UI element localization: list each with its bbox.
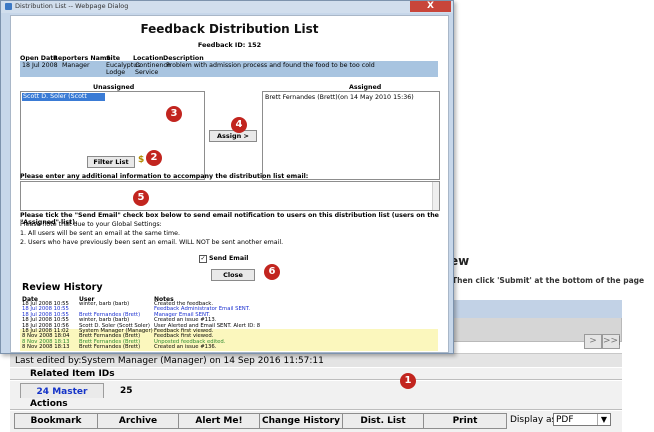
- actions-header: Actions: [10, 398, 622, 410]
- display-as-label: Display as:: [510, 415, 560, 425]
- related-items-header: Related Item IDs: [10, 368, 622, 380]
- dialog-titlebar: Distribution List -- Webpage Dialog X: [1, 1, 453, 13]
- browser-window-icon: [5, 3, 12, 10]
- dollar-icon[interactable]: $: [138, 155, 144, 165]
- marker-4: 4: [231, 117, 247, 133]
- description-value: Problem with admission process and found…: [166, 62, 375, 69]
- send-email-label: Send Email: [209, 255, 249, 262]
- note-item: 2. Users who have previously been sent a…: [20, 239, 284, 246]
- note-item: 1. All users will be sent an email at th…: [20, 230, 180, 237]
- marker-1: 1: [400, 373, 416, 389]
- open-date-value: 18 Jul 2008: [22, 62, 58, 69]
- pager-last-button[interactable]: >>|: [602, 334, 621, 349]
- email-info-prompt: Please enter any additional information …: [20, 173, 309, 180]
- reporter-value: Manager: [62, 62, 90, 69]
- dialog-heading: Feedback Distribution List: [140, 22, 319, 36]
- feedback-id: Feedback ID: 152: [197, 41, 262, 49]
- submit-instruction: Then click 'Submit' at the bottom of the…: [452, 276, 645, 285]
- location-value-line2: Service: [135, 69, 159, 76]
- display-as-select[interactable]: PDF ▼: [553, 413, 611, 426]
- distribution-list-dialog: Distribution List -- Webpage Dialog X Fe…: [0, 0, 454, 354]
- filter-list-button[interactable]: Filter List: [87, 156, 135, 168]
- assigned-listbox[interactable]: Brett Fernandes (Brett)(on 14 May 2010 1…: [262, 91, 440, 180]
- review-user: Brett Fernandes (Brett): [79, 344, 141, 351]
- display-as-value: PDF: [556, 415, 574, 425]
- close-icon[interactable]: X: [410, 1, 451, 12]
- send-email-checkbox[interactable]: ✓: [199, 255, 207, 263]
- assign-button[interactable]: Assign >: [209, 130, 257, 142]
- marker-2: 2: [146, 150, 162, 166]
- chevron-down-icon[interactable]: ▼: [597, 414, 610, 425]
- assigned-label: Assigned: [349, 84, 382, 91]
- unassigned-user-item[interactable]: Scott D. Soler (Scott Soler): [22, 93, 105, 108]
- assigned-user-item[interactable]: Brett Fernandes (Brett)(on 14 May 2010 1…: [265, 94, 414, 101]
- dialog-content: Feedback Distribution List Feedback ID: …: [10, 15, 449, 353]
- review-history-table: 18 Jul 2008 10:55 winter, barb (barb) Crea…: [20, 301, 438, 351]
- archive-button[interactable]: Archive: [97, 413, 179, 429]
- dist-list-button[interactable]: Dist. List: [342, 413, 424, 429]
- email-info-textarea[interactable]: [20, 181, 440, 211]
- textarea-scrollbar[interactable]: [432, 182, 439, 210]
- marker-5: 5: [133, 190, 149, 206]
- review-notes: Created an issue #136.: [154, 344, 217, 351]
- dialog-window-title: Distribution List -- Webpage Dialog: [15, 2, 129, 10]
- last-edited-bar: Last edited by:System Manager (Manager) …: [10, 353, 622, 367]
- feedback-info-row: 18 Jul 2008 Manager Eucalyptus Lodge Con…: [20, 61, 438, 77]
- background-panel-header: [446, 300, 622, 318]
- marker-3: 3: [166, 106, 182, 122]
- global-settings-note: Please note that due to your Global Sett…: [20, 221, 162, 228]
- unassigned-label: Unassigned: [93, 84, 135, 91]
- review-date: 8 Nov 2008 18:13: [22, 344, 70, 351]
- site-value-line2: Lodge: [106, 69, 126, 76]
- review-history-title: Review History: [22, 282, 103, 293]
- bookmark-button[interactable]: Bookmark: [14, 413, 98, 429]
- print-button[interactable]: Print: [423, 413, 507, 429]
- change-history-button[interactable]: Change History: [259, 413, 343, 429]
- close-button[interactable]: Close: [211, 269, 255, 281]
- review-history-row: 8 Nov 2008 18:13 Brett Fernandes (Brett) C…: [20, 344, 438, 351]
- alert-me-button[interactable]: Alert Me!: [178, 413, 260, 429]
- marker-6: 6: [264, 264, 280, 280]
- related-item-id: 25: [120, 386, 133, 396]
- pager-next-button[interactable]: >: [584, 334, 602, 349]
